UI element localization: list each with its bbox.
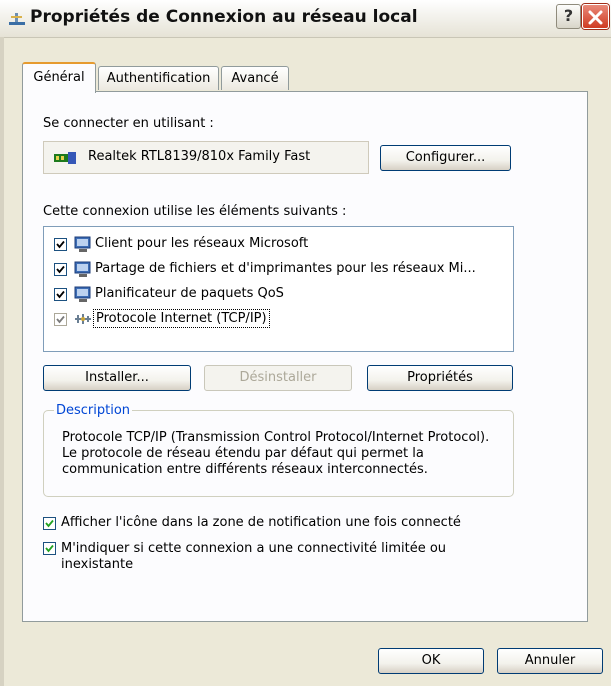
network-client-icon [74, 236, 91, 252]
components-list[interactable]: Client pour les réseaux Microsoft Partag… [43, 226, 514, 352]
component-label: Client pour les réseaux Microsoft [95, 236, 309, 251]
properties-button[interactable]: Propriétés [367, 365, 513, 391]
components-label: Cette connexion utilise les éléments sui… [43, 204, 347, 219]
tab-advanced[interactable]: Avancé [221, 66, 289, 90]
component-label: Partage de fichiers et d'imprimantes pou… [95, 261, 476, 276]
check-icon [56, 315, 65, 324]
network-adapter-icon [54, 152, 76, 164]
component-label: Planificateur de paquets QoS [95, 286, 284, 301]
close-icon [588, 10, 603, 25]
help-button[interactable]: ? [556, 4, 581, 29]
configure-button[interactable]: Configurer... [380, 145, 511, 171]
check-icon [56, 240, 65, 249]
adapter-name: Realtek RTL8139/810x Family Fast [88, 149, 311, 164]
window-border [0, 37, 4, 686]
component-checkbox[interactable] [54, 263, 67, 276]
component-checkbox[interactable] [54, 288, 67, 301]
component-checkbox[interactable] [54, 238, 67, 251]
cancel-button[interactable]: Annuler [497, 648, 603, 674]
tab-general[interactable]: Général [22, 62, 96, 93]
check-icon [45, 519, 54, 528]
notify-checkbox[interactable] [43, 517, 56, 530]
tab-authentication[interactable]: Authentification [98, 66, 219, 90]
window-title: Propriétés de Connexion au réseau local [30, 7, 418, 27]
uninstall-button[interactable]: Désinstaller [204, 365, 352, 391]
qos-scheduler-icon [74, 286, 91, 302]
connect-using-label: Se connecter en utilisant : [43, 116, 214, 131]
ok-button[interactable]: OK [378, 648, 484, 674]
check-icon [45, 544, 54, 553]
install-button[interactable]: Installer... [43, 365, 191, 391]
check-icon [56, 290, 65, 299]
adapter-field: Realtek RTL8139/810x Family Fast [43, 141, 369, 174]
help-icon: ? [563, 6, 574, 25]
component-label: Protocole Internet (TCP/IP) [93, 309, 270, 328]
file-printer-sharing-icon [74, 261, 91, 277]
description-title: Description [54, 403, 133, 418]
title-bar[interactable]: Propriétés de Connexion au réseau local … [0, 0, 611, 38]
protocol-icon [75, 314, 91, 324]
close-button[interactable] [582, 4, 609, 29]
notify-label[interactable]: Afficher l'icône dans la zone de notific… [61, 515, 511, 531]
description-text: Protocole TCP/IP (Transmission Control P… [62, 430, 490, 477]
limited-connectivity-checkbox[interactable] [43, 542, 56, 555]
component-checkbox[interactable] [54, 313, 67, 326]
limited-connectivity-label[interactable]: M'indiquer si cette connexion a une conn… [61, 541, 501, 573]
network-connection-icon [9, 13, 25, 25]
check-icon [56, 265, 65, 274]
